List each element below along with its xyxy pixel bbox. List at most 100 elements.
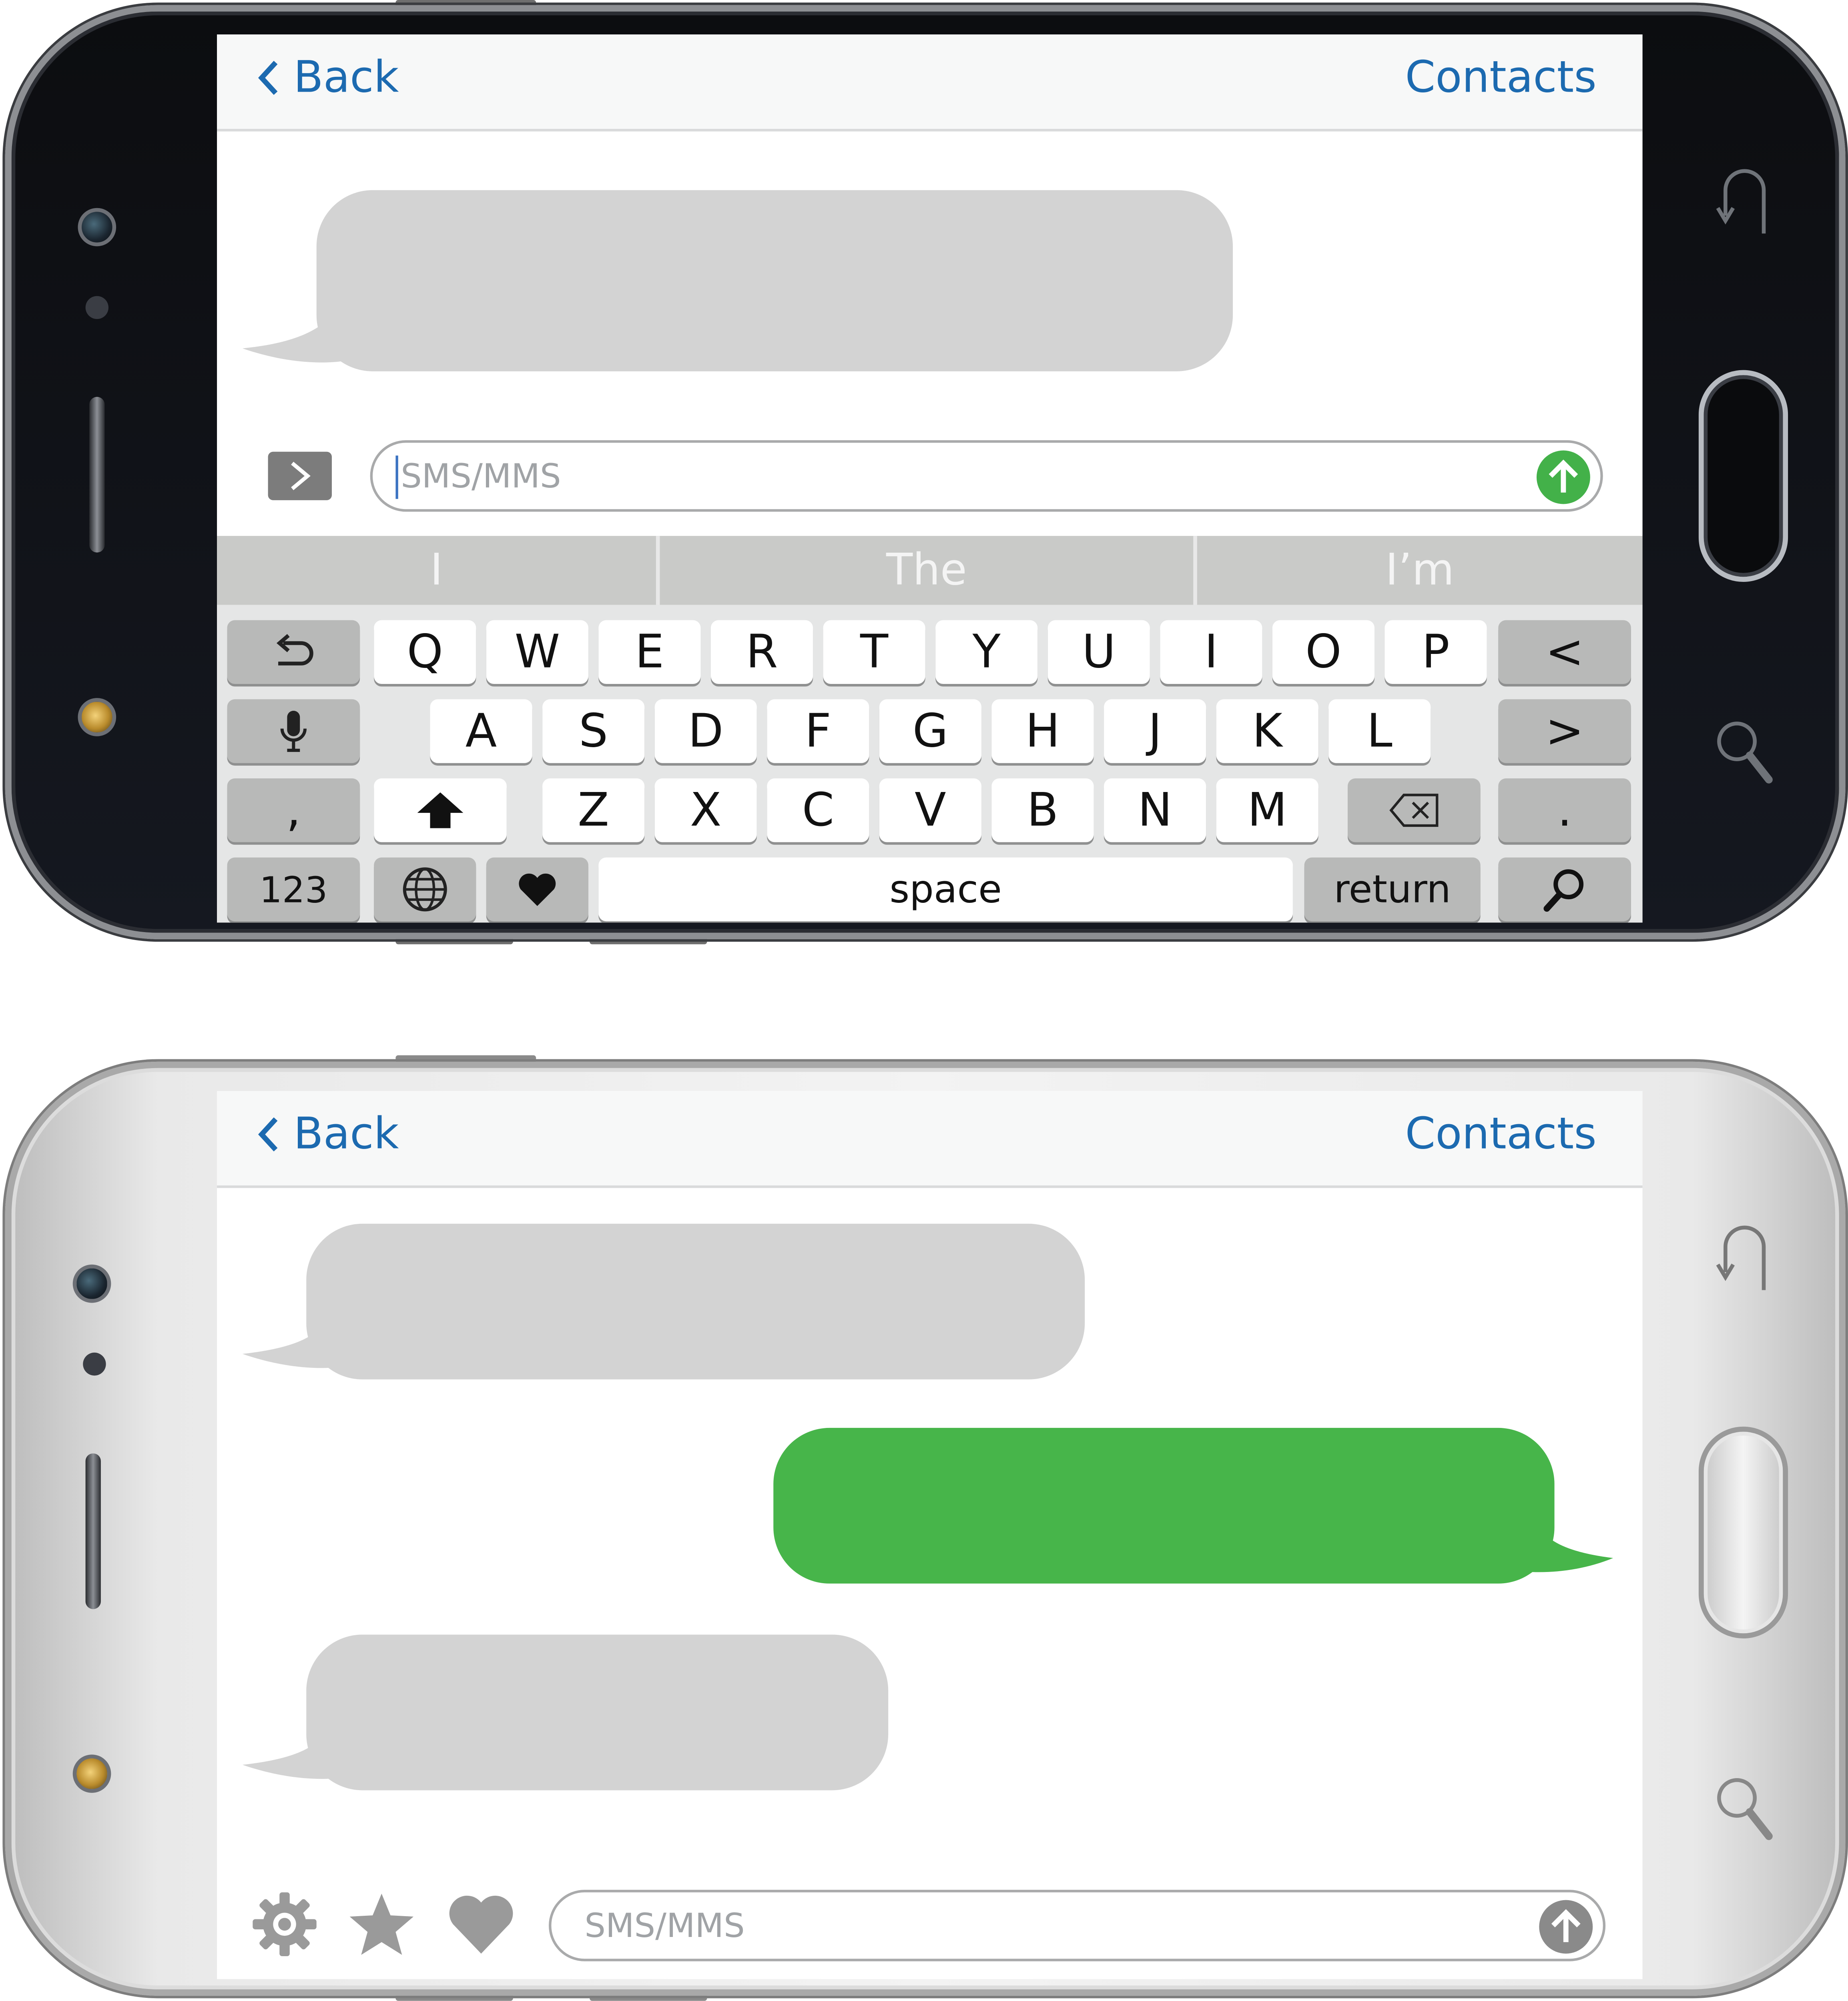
key-c[interactable]: C [767, 778, 869, 842]
text-caret [395, 455, 398, 499]
earpiece-speaker [85, 1453, 101, 1609]
search-key-icon[interactable] [1713, 716, 1776, 792]
keyboard: I The I’m Q W E R T Y U I O P < A S D F … [217, 536, 1643, 923]
phone-silver: Back Contacts SMS/MMS [5, 1061, 1846, 1996]
key-y[interactable]: Y [935, 620, 1038, 684]
globe-icon [403, 867, 447, 912]
input-placeholder: SMS/MMS [584, 1907, 745, 1946]
period-key[interactable]: . [1498, 778, 1631, 842]
send-button[interactable] [1536, 450, 1590, 504]
key-n[interactable]: N [1104, 778, 1206, 842]
suggestion-divider [1193, 536, 1197, 605]
heart-icon[interactable] [447, 1890, 516, 1959]
front-camera-icon [72, 1264, 111, 1303]
suggestion-2[interactable]: The [660, 536, 1193, 605]
comma-key[interactable]: , [227, 778, 360, 842]
phone-black: Back Contacts SMS/MMS I The I’m Q W E R … [5, 5, 1846, 939]
backspace-key[interactable] [1348, 778, 1481, 842]
chevron-right-icon [291, 461, 311, 490]
bubble-tail [1480, 1499, 1613, 1572]
input-placeholder: SMS/MMS [401, 458, 561, 497]
home-button[interactable] [1698, 370, 1788, 582]
sensor-dot [83, 1352, 106, 1376]
numbers-key[interactable]: 123 [227, 857, 360, 922]
key-h[interactable]: H [991, 699, 1094, 763]
key-j[interactable]: J [1104, 699, 1206, 763]
search-key-icon[interactable] [1713, 1772, 1776, 1849]
stage: Back Contacts SMS/MMS I The I’m Q W E R … [0, 0, 1848, 2001]
shift-arrow-icon [417, 792, 464, 828]
key-l[interactable]: L [1328, 699, 1431, 763]
key-f[interactable]: F [767, 699, 869, 763]
arrow-up-icon [1549, 459, 1578, 493]
language-key[interactable] [374, 857, 476, 922]
key-p[interactable]: P [1384, 620, 1487, 684]
chevron-left-icon [258, 1117, 278, 1152]
return-key[interactable]: return [1304, 857, 1481, 922]
sent-message-bubble [773, 1428, 1555, 1584]
back-key-icon[interactable] [1713, 1219, 1776, 1295]
key-i[interactable]: I [1160, 620, 1262, 684]
sensor-dot [85, 296, 109, 319]
key-t[interactable]: T [823, 620, 925, 684]
key-u[interactable]: U [1047, 620, 1150, 684]
emoji-key[interactable] [486, 857, 588, 922]
microphone-icon [280, 710, 307, 752]
suggestion-3[interactable]: I’m [1197, 536, 1643, 605]
space-key[interactable]: space [598, 857, 1293, 922]
key-k[interactable]: K [1216, 699, 1318, 763]
back-key-icon[interactable] [1713, 162, 1776, 239]
received-message-bubble [306, 1634, 889, 1790]
key-x[interactable]: X [654, 778, 757, 842]
bubble-tail [242, 1295, 370, 1368]
key-w[interactable]: W [486, 620, 588, 684]
screen-bottom: Back Contacts SMS/MMS [217, 1091, 1643, 1979]
cursor-left-key[interactable]: < [1498, 620, 1631, 684]
arrow-up-icon [1551, 1909, 1581, 1942]
search-icon [1543, 869, 1584, 912]
backspace-icon [1389, 794, 1439, 827]
key-o[interactable]: O [1272, 620, 1375, 684]
cursor-right-key[interactable]: > [1498, 699, 1631, 763]
back-button[interactable]: Back [255, 52, 399, 103]
key-a[interactable]: A [430, 699, 532, 763]
flash-icon [72, 1754, 111, 1793]
back-button[interactable]: Back [255, 1109, 399, 1160]
contacts-link[interactable]: Contacts [1405, 52, 1597, 104]
sms-input[interactable]: SMS/MMS [549, 1890, 1606, 1961]
bubble-tail [242, 277, 370, 363]
suggestion-1[interactable]: I [217, 536, 656, 605]
earpiece-speaker [89, 397, 105, 553]
back-label: Back [293, 1109, 399, 1160]
flash-icon [78, 698, 116, 736]
undo-key[interactable] [227, 620, 360, 684]
send-button[interactable] [1539, 1900, 1593, 1954]
screen-top: Back Contacts SMS/MMS I The I’m Q W E R … [217, 34, 1643, 923]
gear-icon[interactable] [250, 1890, 319, 1959]
sms-input[interactable]: SMS/MMS [370, 440, 1603, 512]
expand-button[interactable] [268, 451, 332, 500]
chevron-left-icon [258, 60, 278, 95]
contacts-link[interactable]: Contacts [1405, 1109, 1597, 1160]
microphone-key[interactable] [227, 699, 360, 763]
key-q[interactable]: Q [374, 620, 476, 684]
key-g[interactable]: G [879, 699, 981, 763]
suggestion-divider [656, 536, 660, 605]
key-e[interactable]: E [598, 620, 701, 684]
key-d[interactable]: D [654, 699, 757, 763]
key-b[interactable]: B [991, 778, 1094, 842]
bubble-tail [242, 1706, 370, 1779]
key-v[interactable]: V [879, 778, 981, 842]
key-m[interactable]: M [1216, 778, 1318, 842]
search-key[interactable] [1498, 857, 1631, 922]
key-s[interactable]: S [542, 699, 645, 763]
key-z[interactable]: Z [542, 778, 645, 842]
key-r[interactable]: R [710, 620, 813, 684]
received-message-bubble [306, 1223, 1085, 1379]
suggestion-bar: I The I’m [217, 536, 1643, 605]
star-icon[interactable] [347, 1890, 416, 1959]
shift-key[interactable] [374, 778, 507, 842]
received-message-bubble [316, 190, 1233, 371]
heart-icon [519, 873, 556, 906]
home-button[interactable] [1698, 1426, 1788, 1639]
